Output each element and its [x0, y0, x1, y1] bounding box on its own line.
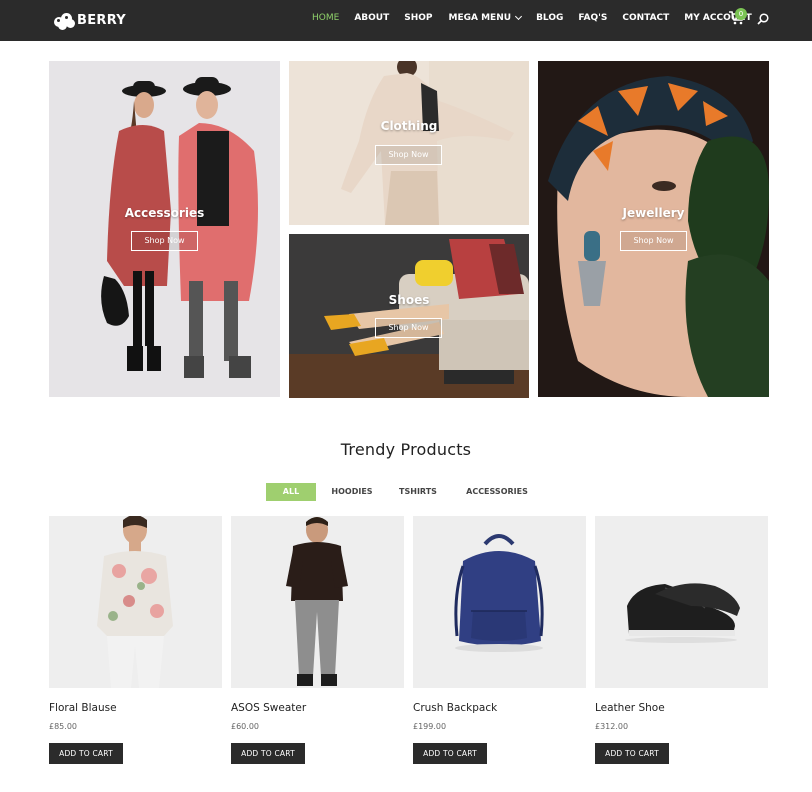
filter-accessories[interactable]: ACCESSORIES	[448, 483, 546, 501]
filter-hoodies[interactable]: HOODIES	[316, 483, 388, 501]
product-price-floral-blause: £85.00	[49, 722, 77, 731]
product-image-asos-sweater[interactable]	[231, 516, 404, 688]
product-name-floral-blause[interactable]: Floral Blause	[49, 702, 117, 714]
product-price-crush-backpack: £199.00	[413, 722, 447, 731]
jewellery-photo	[538, 61, 769, 397]
add-to-cart-leather-shoe[interactable]: ADD TO CART	[595, 743, 669, 764]
nav-shop[interactable]: SHOP	[404, 13, 432, 23]
product-name-leather-shoe[interactable]: Leather Shoe	[595, 702, 665, 714]
accessories-photo	[49, 61, 280, 397]
banner-accessories[interactable]: Accessories Shop Now	[49, 61, 280, 397]
clothing-photo	[289, 61, 529, 225]
search-icon[interactable]	[757, 13, 769, 25]
leather-shoe-photo	[625, 583, 740, 643]
add-to-cart-crush-backpack[interactable]: ADD TO CART	[413, 743, 487, 764]
floral-blause-photo	[97, 516, 173, 688]
chevron-down-icon	[515, 12, 523, 21]
main-nav: HOME ABOUT SHOP MEGA MENU BLOG FAQ'S CON…	[312, 12, 752, 23]
product-name-asos-sweater[interactable]: ASOS Sweater	[231, 702, 306, 714]
product-image-leather-shoe[interactable]	[595, 516, 768, 688]
logo-text: BERRY	[77, 12, 127, 28]
product-image-crush-backpack[interactable]	[413, 516, 586, 688]
shoes-photo	[289, 234, 529, 398]
banner-clothing-label: Clothing	[380, 119, 438, 133]
nav-contact[interactable]: CONTACT	[622, 13, 669, 23]
banner-clothing-shop-button[interactable]: Shop Now	[375, 145, 442, 165]
site-header: BERRY HOME ABOUT SHOP MEGA MENU BLOG FAQ…	[0, 0, 812, 41]
filter-tshirts[interactable]: TSHIRTS	[388, 483, 448, 501]
logo-bubble-icon	[54, 10, 76, 30]
banner-accessories-shop-button[interactable]: Shop Now	[131, 231, 198, 251]
product-price-leather-shoe: £312.00	[595, 722, 629, 731]
nav-faqs[interactable]: FAQ'S	[578, 13, 607, 23]
banner-shoes-shop-button[interactable]: Shop Now	[375, 318, 442, 338]
product-image-floral-blause[interactable]	[49, 516, 222, 688]
nav-mega-menu[interactable]: MEGA MENU	[448, 12, 523, 23]
product-price-asos-sweater: £60.00	[231, 722, 259, 731]
banner-accessories-label: Accessories	[124, 206, 205, 220]
section-title: Trendy Products	[340, 440, 472, 459]
banner-jewellery[interactable]: Jewellery Shop Now	[538, 61, 769, 397]
nav-blog[interactable]: BLOG	[536, 13, 563, 23]
add-to-cart-asos-sweater[interactable]: ADD TO CART	[231, 743, 305, 764]
add-to-cart-floral-blause[interactable]: ADD TO CART	[49, 743, 123, 764]
banner-jewellery-label: Jewellery	[622, 206, 685, 220]
cart-count-badge: 0	[735, 8, 747, 20]
banner-shoes-label: Shoes	[388, 293, 430, 307]
crush-backpack-photo	[454, 534, 544, 652]
filter-all[interactable]: ALL	[266, 483, 316, 501]
banner-clothing[interactable]: Clothing Shop Now	[289, 61, 529, 225]
nav-about[interactable]: ABOUT	[354, 13, 389, 23]
nav-mega-menu-label: MEGA MENU	[448, 13, 512, 23]
banner-jewellery-shop-button[interactable]: Shop Now	[620, 231, 687, 251]
product-filters: ALL HOODIES TSHIRTS ACCESSORIES	[266, 483, 546, 501]
nav-home[interactable]: HOME	[312, 13, 339, 23]
banner-shoes[interactable]: Shoes Shop Now	[289, 234, 529, 398]
asos-sweater-photo	[286, 517, 348, 686]
site-logo[interactable]: BERRY	[54, 9, 126, 31]
product-name-crush-backpack[interactable]: Crush Backpack	[413, 702, 497, 714]
